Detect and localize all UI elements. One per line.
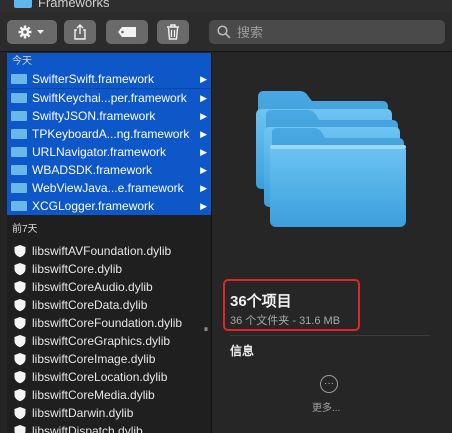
list-item[interactable]: libswiftCoreData.dylib: [7, 296, 211, 314]
dylib-file-icon: [14, 299, 26, 312]
list-item[interactable]: WBADSDK.framework ▶: [7, 161, 211, 179]
folder-icon: [11, 147, 27, 157]
toolbar: [0, 12, 452, 52]
dylib-file-icon: [14, 407, 26, 420]
section-header-today: 今天: [7, 53, 211, 71]
list-item[interactable]: libswiftCoreLocation.dylib: [7, 368, 211, 386]
folder-icon: [14, 0, 32, 8]
disclosure-arrow-icon: ▶: [200, 93, 207, 103]
list-item[interactable]: libswiftCoreMedia.dylib: [7, 386, 211, 404]
title-bar: Frameworks: [0, 0, 452, 12]
list-item[interactable]: libswiftAVFoundation.dylib: [7, 242, 211, 260]
list-item-label: libswiftDarwin.dylib: [32, 406, 134, 420]
folder-icon: [11, 165, 27, 175]
list-item[interactable]: libswiftCoreImage.dylib: [7, 350, 211, 368]
folder-icon: [11, 201, 27, 211]
gear-icon: [18, 25, 44, 39]
dylib-file-icon: [14, 371, 26, 384]
list-item[interactable]: XCGLogger.framework ▶: [7, 197, 211, 215]
list-item-label: libswiftCoreGraphics.dylib: [32, 334, 171, 348]
more-button[interactable]: ···: [320, 375, 338, 393]
list-item[interactable]: libswiftCore.dylib: [7, 260, 211, 278]
more-label[interactable]: 更多...: [312, 399, 340, 414]
list-item[interactable]: libswiftDarwin.dylib: [7, 404, 211, 422]
window-title: Frameworks: [38, 0, 110, 10]
disclosure-arrow-icon: ▶: [200, 111, 207, 121]
file-list[interactable]: 今天 SwifterSwift.framework ▶ SwiftKeychai…: [7, 53, 211, 433]
list-item-label: SwiftKeychai...per.framework: [32, 91, 187, 105]
list-item[interactable]: libswiftCoreFoundation.dylib: [7, 314, 211, 332]
dylib-file-icon: [14, 317, 26, 330]
disclosure-arrow-icon: ▶: [200, 183, 207, 193]
folder-icon: [11, 129, 27, 139]
disclosure-arrow-icon: ▶: [200, 201, 207, 211]
list-item-label: URLNavigator.framework: [32, 145, 167, 159]
disclosure-arrow-icon: ▶: [200, 129, 207, 139]
trash-icon: [167, 24, 179, 40]
list-item-label: libswiftCoreImage.dylib: [32, 352, 156, 366]
list-item[interactable]: TPKeyboardA...ng.framework ▶: [7, 125, 211, 143]
list-item-label: SwiftyJSON.framework: [32, 109, 156, 123]
search-icon: [217, 25, 231, 39]
search-field[interactable]: [209, 20, 445, 44]
action-menu-button[interactable]: [7, 20, 57, 44]
share-icon: [74, 24, 86, 40]
list-item-label: WBADSDK.framework: [32, 163, 153, 177]
list-item[interactable]: libswiftCoreAudio.dylib: [7, 278, 211, 296]
list-item[interactable]: SwiftyJSON.framework ▶: [7, 107, 211, 125]
dylib-file-icon: [14, 425, 26, 433]
disclosure-arrow-icon: ▶: [200, 147, 207, 157]
list-item[interactable]: URLNavigator.framework ▶: [7, 143, 211, 161]
list-item[interactable]: libswiftDispatch.dylib: [7, 422, 211, 433]
list-item-label: libswiftAVFoundation.dylib: [32, 244, 172, 258]
list-item-label: libswiftCoreAudio.dylib: [32, 280, 153, 294]
dylib-file-icon: [14, 389, 26, 402]
list-item-label: libswiftCoreData.dylib: [32, 298, 148, 312]
list-item-label: XCGLogger.framework: [32, 199, 155, 213]
tag-button[interactable]: [106, 20, 148, 44]
list-item-label: libswiftDispatch.dylib: [32, 424, 143, 433]
folder-icon: [11, 93, 27, 103]
list-item-label: TPKeyboardA...ng.framework: [32, 127, 190, 141]
disclosure-arrow-icon: ▶: [200, 74, 207, 84]
list-item-label: libswiftCoreFoundation.dylib: [32, 316, 183, 330]
folder-icon: [11, 74, 27, 84]
trash-button[interactable]: [157, 20, 189, 44]
dylib-file-icon: [14, 353, 26, 366]
share-button[interactable]: [64, 20, 96, 44]
chevron-down-icon: [37, 30, 44, 34]
disclosure-arrow-icon: ▶: [200, 165, 207, 175]
info-heading: 信息: [230, 344, 255, 358]
finder-window: Frameworks 搜索 今天 SwifterSwift.framework …: [0, 0, 452, 433]
search-input[interactable]: [237, 20, 437, 44]
dylib-file-icon: [14, 263, 26, 276]
list-item-label: WebViewJava...e.framework: [32, 181, 184, 195]
info-separator: [230, 335, 430, 336]
dylib-file-icon: [14, 281, 26, 294]
list-item-label: libswiftCoreMedia.dylib: [32, 388, 155, 402]
column-resize-handle[interactable]: ⏸: [200, 323, 212, 335]
dylib-file-icon: [14, 245, 26, 258]
folder-stack-icon: [256, 91, 406, 227]
section-header-previous-7-days: 前7天: [12, 224, 38, 235]
list-item[interactable]: libswiftCoreGraphics.dylib: [7, 332, 211, 350]
annotation-highlight-box: [223, 279, 360, 331]
dylib-file-icon: [14, 335, 26, 348]
list-item[interactable]: WebViewJava...e.framework ▶: [7, 179, 211, 197]
preview-pane: 36个项目 36 个文件夹 - 31.6 MB 信息 ··· 更多...: [212, 53, 452, 433]
list-item-label: libswiftCoreLocation.dylib: [32, 370, 168, 384]
list-item[interactable]: SwifterSwift.framework ▶: [7, 70, 211, 88]
tag-icon: [118, 27, 136, 37]
folder-icon: [11, 111, 27, 121]
folder-icon: [11, 183, 27, 193]
list-item[interactable]: SwiftKeychai...per.framework ▶: [7, 89, 211, 107]
ellipsis-icon: ···: [324, 378, 334, 389]
list-item-label: libswiftCore.dylib: [32, 262, 123, 276]
list-item-label: SwifterSwift.framework: [32, 72, 155, 86]
